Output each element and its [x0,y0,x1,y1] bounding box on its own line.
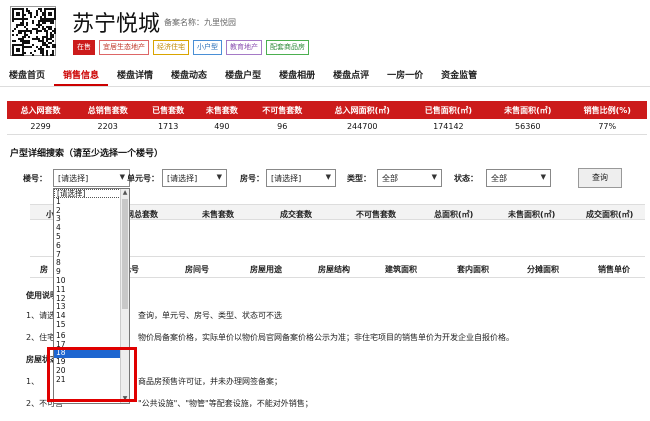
qr-code [10,6,56,56]
tag-2: 经济住宅 [153,40,189,55]
nav-item-3[interactable]: 楼盘动态 [162,65,216,86]
room-col-6: 套内面积 [457,265,489,274]
main-nav: 楼盘首页 销售信息 楼盘详情 楼盘动态 楼盘户型 楼盘相册 楼盘点评 一房一价 资金监管 [0,65,650,87]
nav-item-2[interactable]: 楼盘详情 [108,65,162,86]
chevron-down-icon: ▼ [431,173,437,181]
note-line-3b: 商品房预售许可证，并未办理网签备案； [138,377,282,386]
stats-header-4: 不可售套数 [248,101,316,119]
room-col-2: 房间号 [185,265,209,274]
stats-value-5: 244700 [315,119,409,135]
tag-list: 在售 宜居生态地产 经济住宅 小户型 教育地产 配套商品房 [73,40,309,55]
stats-value-3: 490 [194,119,249,135]
room-select-value: [请选择] [271,174,302,183]
filter-bar: 楼号： [请选择] ▼ 单元号： [请选择] ▼ 房号： [请选择] ▼ 类型：… [0,168,650,190]
record-name: 备案名称：九里悦园 [164,18,236,27]
stats-header-6: 已售面积(㎡) [408,101,489,119]
type-select-value: 全部 [382,174,398,183]
room-col-4: 房屋结构 [318,265,350,274]
status-select-value: 全部 [491,174,507,183]
nav-item-6[interactable]: 楼盘点评 [324,65,378,86]
type-label: 类型： [347,174,371,183]
note-line-4b: "公共设施"、"物管"等配套设施，不能对外销售； [138,399,313,408]
scroll-up-icon[interactable]: ▲ [121,189,129,197]
dropdown-option[interactable]: 6 [54,241,129,251]
nav-item-7[interactable]: 一房一价 [378,65,432,86]
status-select[interactable]: 全部 ▼ [486,169,551,187]
nav-item-8[interactable]: 资金监管 [432,65,486,86]
stats-header-1: 总销售套数 [74,101,142,119]
tag-5: 配套商品房 [266,40,309,55]
summary-col-3: 成交套数 [280,210,312,219]
room-label: 房号： [240,174,264,183]
status-label: 状态： [454,174,478,183]
nav-item-5[interactable]: 楼盘相册 [270,65,324,86]
stats-header-0: 总入网套数 [7,101,75,119]
stats-value-6: 174142 [408,119,489,135]
stats-header-5: 总入网面积(㎡) [315,101,409,119]
chevron-down-icon: ▼ [119,173,125,181]
stats-value-0: 2299 [7,119,75,135]
summary-col-2: 未售套数 [202,210,234,219]
nav-item-4[interactable]: 楼盘户型 [216,65,270,86]
dropdown-option[interactable]: [请选择] [54,189,129,198]
note-line-3a: 1、 [26,377,40,386]
summary-col-4: 不可售套数 [356,210,396,219]
dropdown-option[interactable]: 3 [54,215,129,224]
dropdown-option[interactable]: 7 [54,250,129,260]
sales-stats-table: 总入网套数 总销售套数 已售套数 未售套数 不可售套数 总入网面积(㎡) 已售面积(㎡) 未售… [7,101,647,135]
note-line-1b: 查询，单元号、房号、类型、状态可不选 [138,311,282,320]
nav-item-0[interactable]: 楼盘首页 [0,65,54,86]
unit-select-value: [请选择] [167,174,198,183]
unit-label: 单元号： [127,174,159,183]
room-select[interactable]: [请选择] ▼ [266,169,336,187]
room-col-7: 分摊面积 [527,265,559,274]
stats-value-1: 2203 [74,119,142,135]
tag-4: 教育地产 [226,40,262,55]
type-select[interactable]: 全部 ▼ [377,169,442,187]
note-line-2a: 2、住宅 [26,333,56,342]
note-line-2b: 物价局备案价格，实际单价以物价局官网备案价格公示为准；非住宅项目的销售单价为开发… [138,333,514,342]
stats-header-3: 未售套数 [194,101,249,119]
scrollbar-thumb[interactable] [122,199,128,309]
stats-value-8: 77% [567,119,647,135]
room-col-5: 建筑面积 [385,265,417,274]
dropdown-option[interactable]: 2 [54,206,129,216]
stats-header-2: 已售套数 [141,101,195,119]
summary-col-7: 成交面积(㎡) [586,210,634,219]
chevron-down-icon: ▼ [540,173,546,181]
room-col-8: 销售单价 [598,265,630,274]
dropdown-option[interactable]: 8 [54,259,129,268]
building-label: 楼号： [23,174,47,183]
note-line-1a: 1、请选 [26,311,56,320]
stats-header-8: 销售比例(%) [567,101,647,119]
highlight-box [47,347,137,402]
tag-1: 宜居生态地产 [99,40,149,55]
search-title: 户型详细搜索（请至少选择一个楼号） [10,149,164,159]
nav-item-1[interactable]: 销售信息 [54,65,109,86]
dropdown-option[interactable]: 5 [54,232,129,242]
room-col-0: 房 [40,265,48,274]
tag-3: 小户型 [193,40,222,55]
page-title: 苏宁悦城 [72,12,161,37]
chevron-down-icon: ▼ [325,173,331,181]
tag-0: 在售 [73,40,95,55]
dropdown-option[interactable]: 4 [54,223,129,233]
dropdown-option[interactable]: 1 [54,197,129,207]
unit-select[interactable]: [请选择] ▼ [162,169,227,187]
building-select[interactable]: [请选择] ▼ [53,169,130,187]
chevron-down-icon: ▼ [216,173,222,181]
dropdown-option[interactable]: 15 [54,320,129,330]
summary-col-5: 总面积(㎡) [434,210,474,219]
room-col-3: 房屋用途 [250,265,282,274]
building-select-value: [请选择] [58,174,89,183]
stats-value-4: 96 [248,119,316,135]
stats-header-7: 未售面积(㎡) [488,101,568,119]
query-button[interactable]: 查询 [578,168,622,188]
stats-value-2: 1713 [141,119,195,135]
summary-col-6: 未售面积(㎡) [508,210,556,219]
stats-value-7: 56360 [488,119,568,135]
